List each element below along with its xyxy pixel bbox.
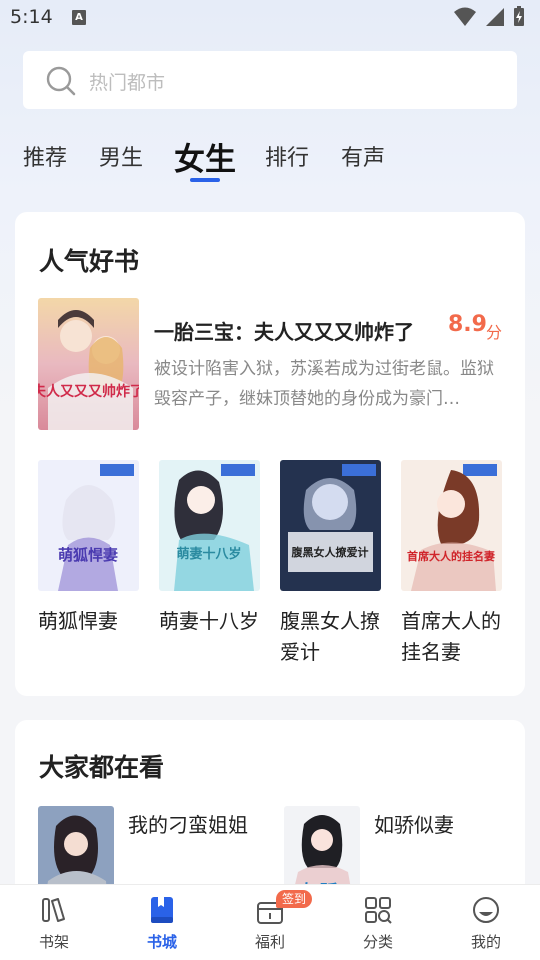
book-cover[interactable]: 首席大人的挂名妻 <box>401 460 502 591</box>
book-cover[interactable]: 腹黑女人撩爱计 <box>280 460 381 591</box>
featured-book-cover[interactable]: 夫人又又又帅炸了 <box>38 298 139 430</box>
book-title[interactable]: 萌狐悍妻 <box>38 606 144 637</box>
notification-icon: A <box>72 10 86 25</box>
nav-label: 书城 <box>146 933 177 951</box>
nav-label: 福利 <box>254 933 285 951</box>
profile-icon <box>473 897 499 923</box>
book-title[interactable]: 首席大人的挂名妻 <box>401 606 507 668</box>
book-title[interactable]: 腹黑女人撩爱计 <box>280 606 386 668</box>
book-cover-title: 首席大人的挂名妻 <box>407 549 495 563</box>
nav-label: 书架 <box>38 933 69 951</box>
book-title[interactable]: 萌妻十八岁 <box>159 606 265 637</box>
book-cover-title: 腹黑女人撩爱计 <box>292 545 369 559</box>
status-icons <box>454 6 524 26</box>
sign-in-badge[interactable]: 签到 <box>276 890 313 908</box>
tab-audio[interactable]: 有声 <box>341 140 385 172</box>
book-title[interactable]: 我的刁蛮姐姐 <box>128 810 288 841</box>
status-time: 5:14 <box>10 6 53 28</box>
section-title: 人气好书 <box>39 247 140 276</box>
nav-bookstore[interactable]: 书城 <box>108 885 216 960</box>
active-tab-indicator <box>190 178 220 182</box>
bookstore-icon <box>151 897 173 923</box>
status-bar: 5:14 A <box>0 0 540 36</box>
search-bar[interactable]: 热门都市 <box>23 51 517 109</box>
nav-label: 分类 <box>362 933 393 951</box>
score-unit: 分 <box>486 323 503 342</box>
book-title[interactable]: 如骄似妻 <box>374 810 514 841</box>
tab-female[interactable]: 女生 <box>174 134 236 179</box>
book-cover[interactable]: 萌妻十八岁 <box>159 460 260 591</box>
featured-cover-title: 夫人又又又帅炸了 <box>38 383 139 400</box>
featured-book-title[interactable]: 一胎三宝：夫人又又又帅炸了 <box>154 316 414 345</box>
search-icon <box>46 66 76 96</box>
book-cover[interactable]: 萌狐悍妻 <box>38 460 139 591</box>
bottom-navigation: 书架 书城 福利 分类 我的 <box>0 884 540 960</box>
book-cover-title: 萌狐悍妻 <box>58 546 118 564</box>
battery-icon <box>514 6 524 26</box>
wifi-icon <box>454 7 476 26</box>
section-title: 大家都在看 <box>39 753 165 782</box>
featured-book-description: 被设计陷害入狱，苏溪若成为过街老鼠。监狱毁容产子，继妹顶替她的身份成为豪门… <box>154 359 494 409</box>
popular-books-section: 人气好书 夫人又又又帅炸了 一胎三宝：夫人又又又帅炸了 8.9 分 被设计陷害入… <box>15 212 525 696</box>
category-tabs: 推荐 男生 女生 排行 有声 <box>0 130 540 190</box>
nav-category[interactable]: 分类 <box>324 885 432 960</box>
nav-bookshelf[interactable]: 书架 <box>0 885 108 960</box>
signal-icon <box>486 8 504 26</box>
bookshelf-icon <box>42 898 65 922</box>
nav-profile[interactable]: 我的 <box>432 885 540 960</box>
category-grid-icon <box>365 897 392 924</box>
tab-recommend[interactable]: 推荐 <box>23 140 67 172</box>
featured-book-score: 8.9 <box>448 312 487 337</box>
book-cover-title: 萌妻十八岁 <box>176 546 241 562</box>
tab-ranking[interactable]: 排行 <box>265 140 309 172</box>
tab-male[interactable]: 男生 <box>99 140 143 172</box>
search-placeholder: 热门都市 <box>89 72 166 94</box>
nav-label: 我的 <box>470 933 501 951</box>
